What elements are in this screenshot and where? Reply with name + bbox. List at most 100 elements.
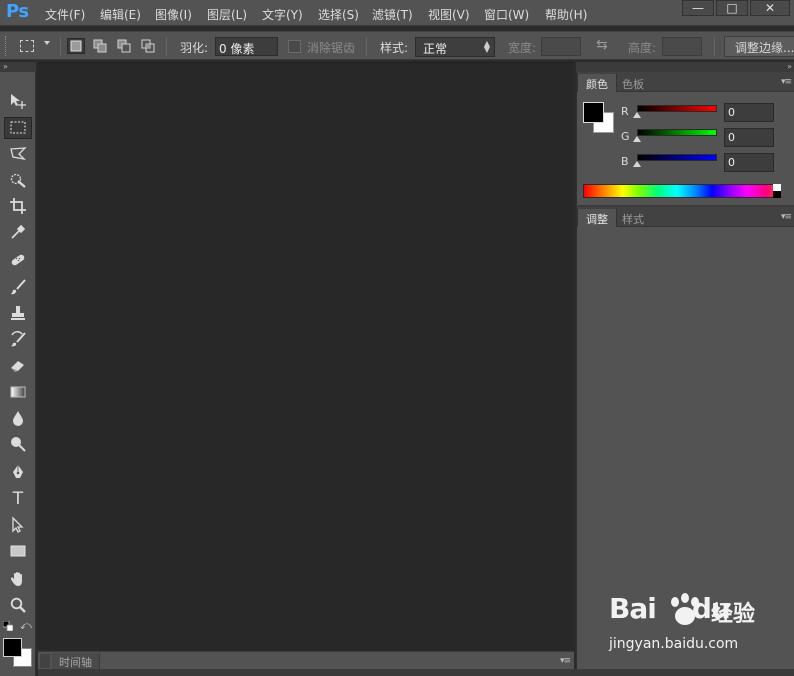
eraser-tool[interactable] xyxy=(4,354,32,376)
channel-r-thumb[interactable] xyxy=(633,112,641,118)
add-selection-button[interactable] xyxy=(91,38,109,54)
subtract-selection-icon xyxy=(117,39,131,53)
options-bar: 羽化: 0 像素 消除锯齿 样式: 正常 ▲ ▼ 宽度: ⇆ 高度: 调整边缘..… xyxy=(0,31,794,60)
width-input[interactable] xyxy=(541,37,581,56)
pen-tool[interactable] xyxy=(4,461,32,483)
timeline-menu-icon[interactable]: ▾≡ xyxy=(560,656,571,666)
dodge-tool[interactable] xyxy=(4,433,32,455)
watermark-url: jingyan.baidu.com xyxy=(609,636,739,652)
menu-layer[interactable]: 图层(L) xyxy=(207,6,247,23)
menu-window[interactable]: 窗口(W) xyxy=(484,6,529,23)
antialias-checkbox[interactable] xyxy=(288,40,301,53)
type-tool-icon: T xyxy=(12,489,24,509)
healing-brush-tool[interactable] xyxy=(4,249,32,271)
brush-tool[interactable] xyxy=(4,276,32,298)
move-tool[interactable] xyxy=(4,90,32,112)
channel-r-input[interactable]: 0 xyxy=(724,103,774,122)
tab-adjustments[interactable]: 调整 xyxy=(577,209,617,227)
channel-g-slider[interactable] xyxy=(637,129,717,136)
document-canvas[interactable] xyxy=(38,62,574,650)
menu-bar: Ps 文件(F) 编辑(E) 图像(I) 图层(L) 文字(Y) 选择(S) 滤… xyxy=(0,0,794,26)
intersect-selection-button[interactable] xyxy=(139,38,157,54)
swap-width-height-icon[interactable]: ⇆ xyxy=(596,37,608,53)
tab-styles[interactable]: 样式 xyxy=(614,209,652,227)
tools-panel: T ⤺ xyxy=(0,72,36,676)
height-input[interactable] xyxy=(662,37,702,56)
feather-input[interactable]: 0 像素 xyxy=(215,37,278,56)
crop-tool-icon xyxy=(10,198,26,214)
history-brush-tool[interactable] xyxy=(4,328,32,350)
channel-b-slider[interactable] xyxy=(637,154,717,161)
tab-timeline[interactable]: 时间轴 xyxy=(52,653,100,669)
subtract-selection-button[interactable] xyxy=(115,38,133,54)
menu-help[interactable]: 帮助(H) xyxy=(545,6,587,23)
rect-marquee-tool[interactable] xyxy=(4,117,32,139)
type-tool[interactable]: T xyxy=(4,488,32,510)
hand-tool[interactable] xyxy=(4,568,32,590)
menu-edit[interactable]: 编辑(E) xyxy=(100,6,141,23)
hand-tool-icon xyxy=(10,572,22,586)
channel-b-thumb[interactable] xyxy=(633,161,641,167)
intersect-selection-icon xyxy=(141,39,155,53)
tab-swatches[interactable]: 色板 xyxy=(614,74,652,92)
channel-g-thumb[interactable] xyxy=(633,136,641,142)
new-selection-button[interactable] xyxy=(67,38,85,54)
foreground-color-swatch[interactable] xyxy=(3,638,22,657)
style-select[interactable]: 正常 ▲ ▼ xyxy=(415,37,495,57)
pen-tool-icon xyxy=(13,465,23,478)
black-white-swatch[interactable] xyxy=(773,184,781,198)
menu-image[interactable]: 图像(I) xyxy=(155,6,192,23)
height-label: 高度: xyxy=(628,41,657,55)
timeline-panel: 时间轴 ▾≡ xyxy=(38,651,574,669)
path-select-tool[interactable] xyxy=(4,514,32,536)
lasso-tool-icon xyxy=(10,147,27,161)
panels-header: » xyxy=(576,62,794,72)
channel-r-slider[interactable] xyxy=(637,105,717,112)
menu-file[interactable]: 文件(F) xyxy=(45,6,85,23)
blur-tool[interactable] xyxy=(4,407,32,429)
menu-view[interactable]: 视图(V) xyxy=(428,6,470,23)
quick-select-tool[interactable] xyxy=(4,169,32,191)
lasso-tool[interactable] xyxy=(4,143,32,165)
swap-colors-icon[interactable]: ⤺ xyxy=(20,619,32,633)
minimize-icon: — xyxy=(692,1,704,15)
rectangle-shape-tool[interactable] xyxy=(4,540,32,562)
move-tool-icon xyxy=(11,94,26,109)
add-selection-icon xyxy=(93,39,107,53)
tool-preset-caret-icon[interactable] xyxy=(44,41,50,45)
close-button[interactable]: ✕ xyxy=(750,0,790,16)
adjustments-panel-menu-icon[interactable]: ▾≡ xyxy=(781,212,792,222)
menu-type[interactable]: 文字(Y) xyxy=(262,6,303,23)
channel-b-input[interactable]: 0 xyxy=(724,153,774,172)
crop-tool[interactable] xyxy=(4,195,32,217)
maximize-button[interactable]: □ xyxy=(716,0,748,16)
tool-preset-icon[interactable] xyxy=(20,40,34,52)
clone-stamp-tool[interactable] xyxy=(4,302,32,324)
options-bar-grip[interactable] xyxy=(5,36,8,56)
channel-g-input[interactable]: 0 xyxy=(724,128,774,147)
color-panel-menu-icon[interactable]: ▾≡ xyxy=(781,77,792,87)
expand-toolbar-icon[interactable]: » xyxy=(3,62,8,71)
style-label: 样式: xyxy=(380,41,409,55)
timeline-panel-grip[interactable] xyxy=(40,654,50,668)
minimize-button[interactable]: — xyxy=(682,0,714,16)
default-colors-icon[interactable] xyxy=(3,621,13,631)
panel-foreground-swatch[interactable] xyxy=(583,102,604,123)
new-selection-icon xyxy=(70,40,82,52)
gradient-tool[interactable] xyxy=(4,381,32,403)
tab-color[interactable]: 颜色 xyxy=(577,74,617,92)
clone-stamp-tool-icon xyxy=(11,306,25,320)
eyedropper-tool[interactable] xyxy=(4,221,32,243)
toolbar-header: » xyxy=(0,62,36,72)
options-separator xyxy=(166,37,167,56)
refine-edge-button[interactable]: 调整边缘... xyxy=(724,36,794,57)
baidu-watermark: Bai du 经验 jingyan.baidu.com xyxy=(609,590,779,660)
rectangle-shape-tool-icon xyxy=(10,545,26,557)
menu-filter[interactable]: 滤镜(T) xyxy=(372,6,413,23)
menu-select[interactable]: 选择(S) xyxy=(318,6,359,23)
eyedropper-tool-icon xyxy=(11,224,26,239)
collapse-panels-icon[interactable]: » xyxy=(787,62,792,71)
app-logo: Ps xyxy=(6,1,29,22)
color-spectrum-bar[interactable] xyxy=(583,184,779,198)
zoom-tool[interactable] xyxy=(4,594,32,616)
